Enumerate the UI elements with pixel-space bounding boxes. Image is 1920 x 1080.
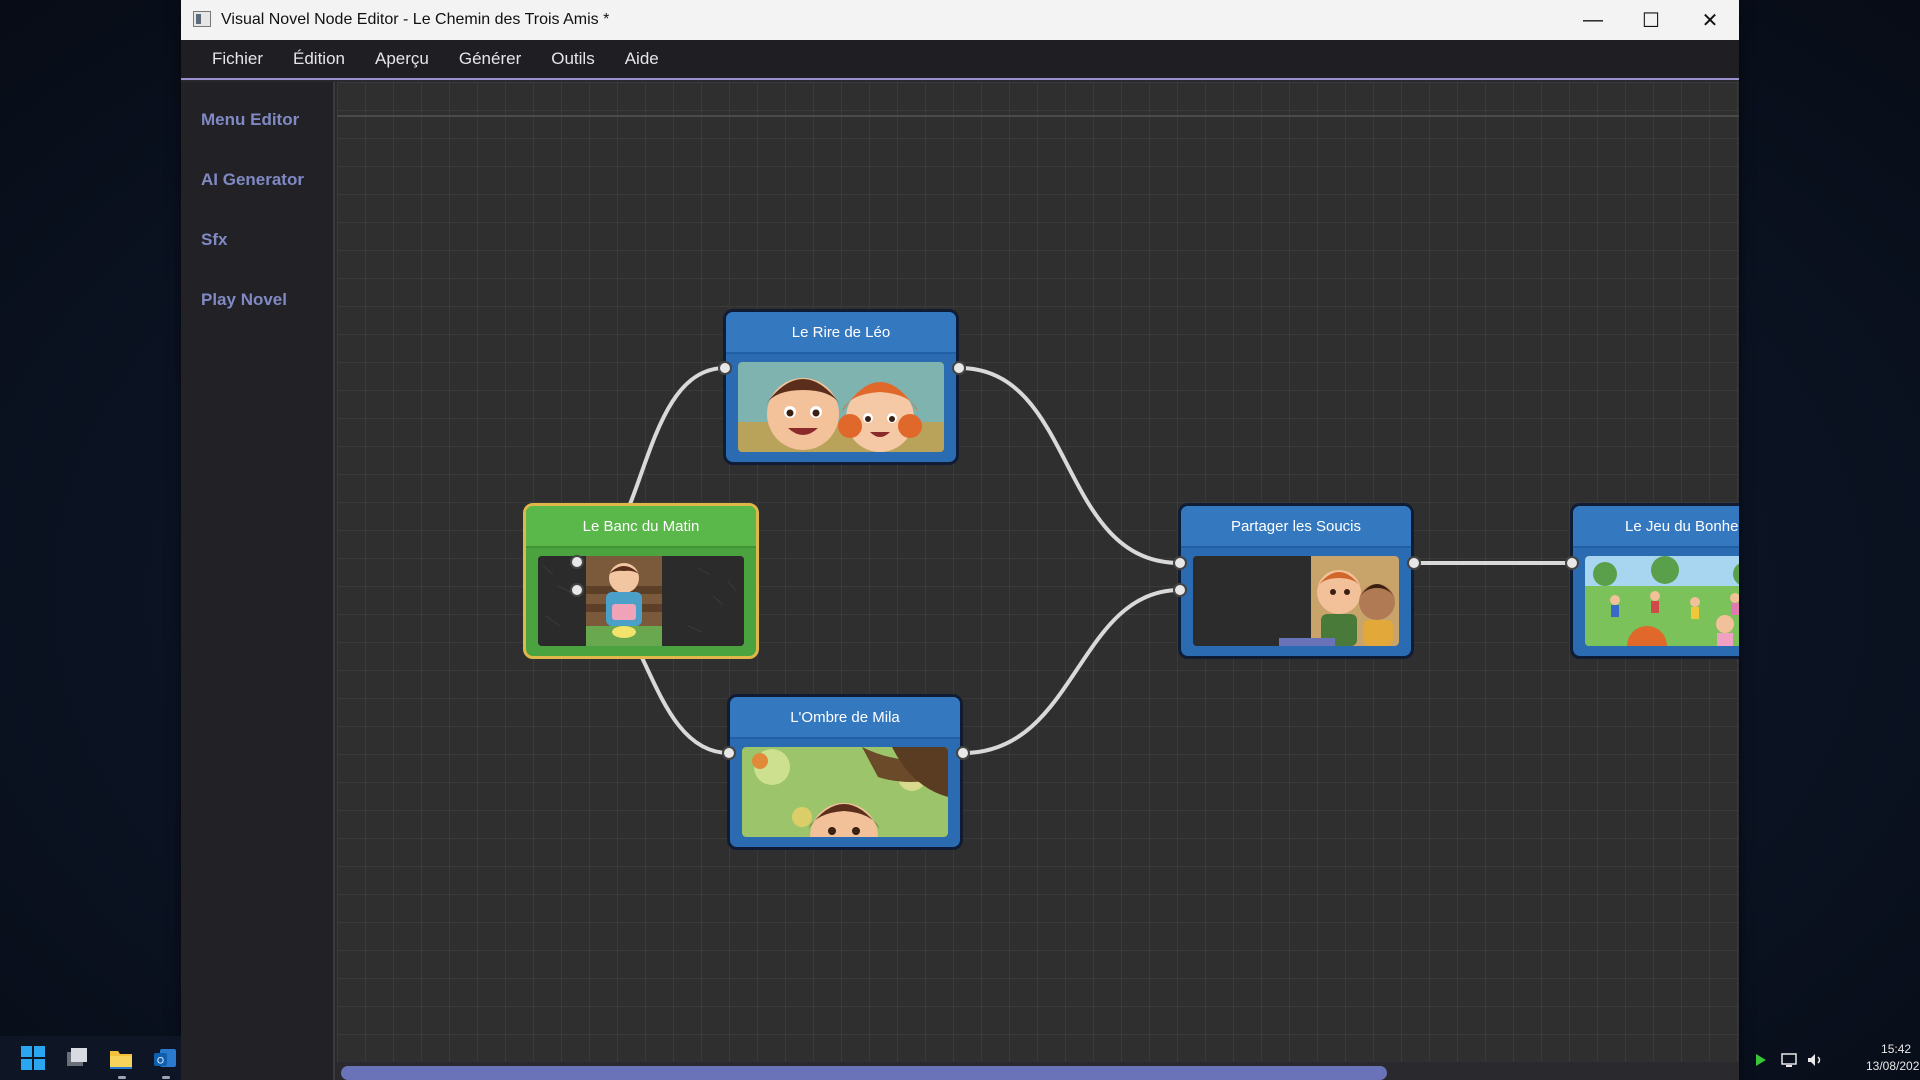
menu-generer[interactable]: Générer — [444, 43, 536, 75]
sidebar: Menu Editor AI Generator Sfx Play Novel — [181, 82, 335, 1080]
node-title: Partager les Soucis — [1181, 506, 1411, 548]
output-port-partager[interactable] — [1407, 556, 1421, 570]
sidebar-item-ai-generator[interactable]: AI Generator — [201, 170, 304, 190]
horizontal-scrollbar-thumb[interactable] — [341, 1066, 1387, 1080]
node-l-ombre-de-mila[interactable]: L'Ombre de Mila — [727, 694, 963, 850]
node-title: Le Jeu du Bonhe — [1573, 506, 1739, 548]
taskbar-left: O — [0, 1036, 181, 1080]
minimize-icon: — — [1583, 8, 1603, 31]
menu-outils[interactable]: Outils — [536, 43, 609, 75]
output-port-rire[interactable] — [952, 361, 966, 375]
output-port-banc-2[interactable] — [570, 583, 584, 597]
title-bar[interactable]: Visual Novel Node Editor - Le Chemin des… — [181, 0, 1739, 40]
input-port-rire[interactable] — [718, 361, 732, 375]
file-explorer-icon[interactable] — [108, 1045, 136, 1073]
outlook-icon[interactable]: O — [152, 1045, 180, 1073]
node-le-rire-de-leo[interactable]: Le Rire de Léo — [723, 309, 959, 465]
svg-text:O: O — [157, 1056, 164, 1066]
node-title: Le Rire de Léo — [726, 312, 956, 354]
play-icon[interactable] — [1754, 1052, 1768, 1073]
menu-aide[interactable]: Aide — [610, 43, 674, 75]
window-title: Visual Novel Node Editor - Le Chemin des… — [221, 11, 610, 28]
maximize-icon: ☐ — [1642, 9, 1660, 32]
horizontal-scrollbar[interactable] — [337, 1062, 1739, 1080]
input-port-partager-2[interactable] — [1173, 583, 1187, 597]
node-le-jeu-du-bonheur[interactable]: Le Jeu du Bonhe — [1570, 503, 1739, 659]
output-port-ombre[interactable] — [956, 746, 970, 760]
network-icon[interactable] — [1780, 1051, 1798, 1074]
maximize-button[interactable]: ☐ — [1622, 0, 1680, 40]
taskbar-active-indicator — [118, 1076, 126, 1079]
sidebar-item-sfx[interactable]: Sfx — [201, 230, 227, 250]
node-title: Le Banc du Matin — [526, 506, 756, 548]
node-thumbnail — [742, 747, 948, 837]
output-port-banc-1[interactable] — [570, 555, 584, 569]
input-port-jeu[interactable] — [1565, 556, 1579, 570]
node-thumbnail — [738, 362, 944, 452]
clock-time: 15:42 — [1881, 1042, 1912, 1056]
node-partager-les-soucis[interactable]: Partager les Soucis — [1178, 503, 1414, 659]
app-window: Visual Novel Node Editor - Le Chemin des… — [181, 0, 1739, 1080]
close-icon: ✕ — [1701, 9, 1719, 32]
windows-start-icon[interactable] — [20, 1045, 48, 1073]
connection-ombre-partager[interactable] — [962, 588, 1181, 755]
sidebar-item-play-novel[interactable]: Play Novel — [201, 290, 287, 310]
sidebar-item-menu-editor[interactable]: Menu Editor — [201, 110, 299, 130]
node-thumbnail — [538, 556, 744, 646]
menu-fichier[interactable]: Fichier — [197, 43, 278, 75]
app-icon — [193, 11, 211, 27]
volume-icon[interactable] — [1806, 1051, 1824, 1074]
node-thumbnail — [1193, 556, 1399, 646]
clock-date: 13/08/2026 — [1866, 1059, 1920, 1073]
node-canvas[interactable]: Le Banc du Matin Le Rire de Léo L'Ombre … — [337, 82, 1739, 1080]
menu-bar: Fichier Édition Aperçu Générer Outils Ai… — [181, 40, 1739, 80]
node-le-banc-du-matin[interactable]: Le Banc du Matin — [523, 503, 759, 659]
close-button[interactable]: ✕ — [1681, 0, 1739, 40]
menu-edition[interactable]: Édition — [278, 43, 360, 75]
connection-rire-partager[interactable] — [958, 366, 1181, 565]
taskbar-active-indicator — [162, 1076, 170, 1079]
node-thumbnail — [1585, 556, 1739, 646]
node-title: L'Ombre de Mila — [730, 697, 960, 739]
task-view-icon[interactable] — [64, 1045, 92, 1073]
input-port-partager-1[interactable] — [1173, 556, 1187, 570]
menu-apercu[interactable]: Aperçu — [360, 43, 444, 75]
minimize-button[interactable]: — — [1564, 0, 1622, 40]
clock[interactable]: 15:42 13/08/2026 — [1866, 1042, 1920, 1073]
input-port-ombre[interactable] — [722, 746, 736, 760]
